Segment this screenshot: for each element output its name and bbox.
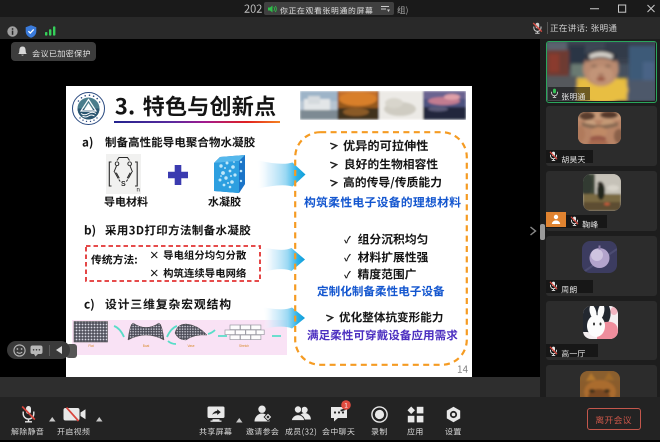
svg-text:Boat: Boat (143, 344, 150, 348)
svg-text:S: S (121, 181, 126, 188)
svg-text:O: O (114, 160, 119, 167)
svg-text:O: O (127, 160, 132, 167)
svg-text:Stretch: Stretch (239, 344, 249, 348)
svg-text:Flat: Flat (88, 344, 93, 348)
svg-text:n: n (137, 187, 140, 193)
svg-text:1: 1 (344, 402, 348, 409)
svg-text:Vase: Vase (187, 344, 194, 348)
